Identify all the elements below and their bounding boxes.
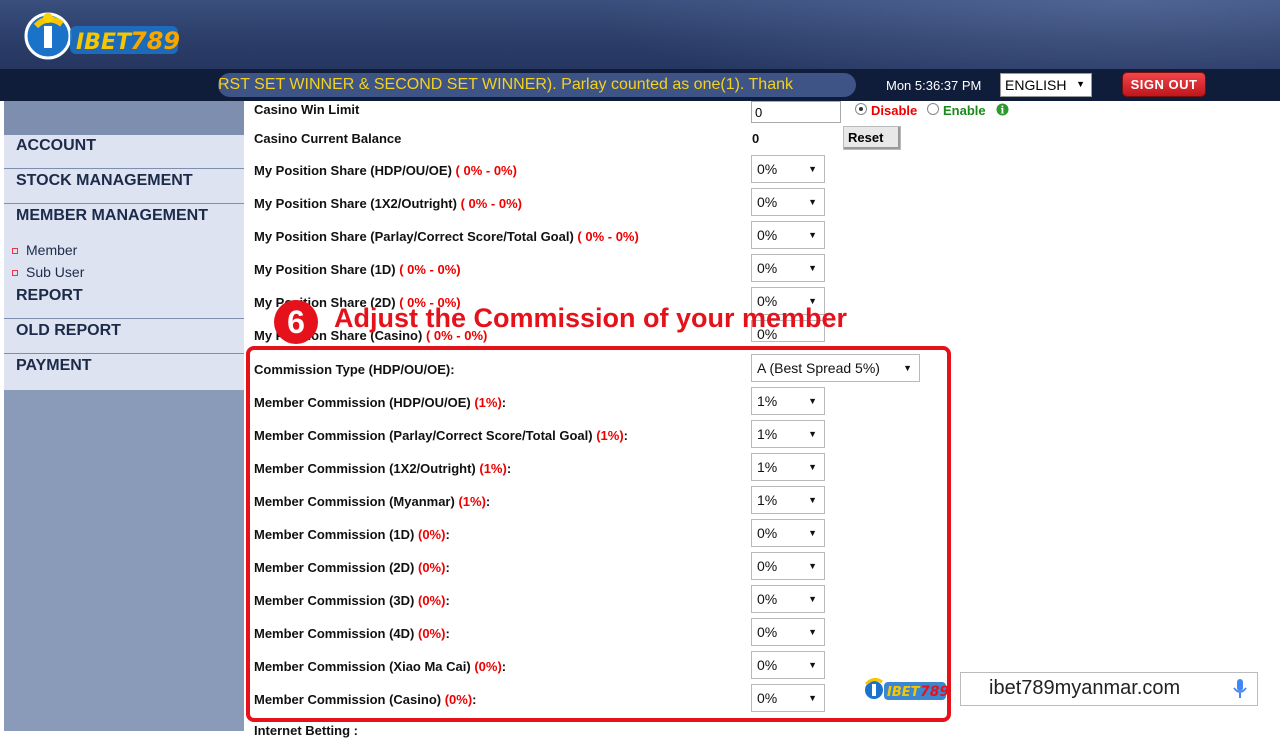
disable-radio[interactable] [855,103,867,115]
casino-win-limit-label: Casino Win Limit [254,102,360,117]
step-number: 6 [274,300,318,344]
language-value: ENGLISH [1005,77,1067,93]
casino-balance-label: Casino Current Balance [254,131,402,146]
enable-radio[interactable] [927,103,939,115]
position-share-1d-select[interactable]: 0% ▼ [751,254,825,282]
position-share-1x2-select[interactable]: 0% ▼ [751,188,825,216]
sidebar: ACCOUNT STOCK MANAGEMENT MEMBER MANAGEME… [4,101,244,731]
position-share-hdp-select[interactable]: 0% ▼ [751,155,825,183]
sidebar-item-label: OLD REPORT [16,322,121,339]
marquee-text: RST SET WINNER & SECOND SET WINNER). Par… [218,76,793,93]
info-icon[interactable]: i [996,103,1009,116]
ibet789-watermark-logo: IBET 789 [863,677,948,701]
sidebar-subitem-member[interactable]: Member [12,242,77,258]
chevron-down-icon: ▼ [808,164,817,174]
disable-label: Disable [871,103,918,118]
position-share-parlay-label: My Position Share (Parlay/Correct Score/… [254,229,639,244]
chevron-down-icon: ▼ [808,197,817,207]
reset-button[interactable]: Reset [843,126,901,150]
sidebar-item-label: PAYMENT [16,357,92,374]
position-share-1x2-label: My Position Share (1X2/Outright) ( 0% - … [254,196,522,211]
highlight-box [246,346,951,722]
sign-out-button[interactable]: SIGN OUT [1122,72,1206,97]
bullet-icon [12,270,18,277]
svg-text:789: 789 [920,684,948,700]
sidebar-subitem-sub-user[interactable]: Sub User [12,264,84,280]
sidebar-item-label: STOCK MANAGEMENT [16,172,193,189]
enable-label: Enable [943,103,986,118]
top-bar: RST SET WINNER & SECOND SET WINNER). Par… [0,69,1280,101]
svg-text:IBET: IBET [76,30,133,55]
header: IBET 789 [0,0,1280,69]
sidebar-menu: ACCOUNT STOCK MANAGEMENT MEMBER MANAGEME… [4,135,244,390]
casino-balance-value: 0 [752,131,760,146]
bullet-icon [12,248,18,255]
ibet789-logo[interactable]: IBET 789 [22,4,182,64]
language-select[interactable]: ENGLISH ▼ [1000,73,1092,97]
svg-text:789: 789 [130,27,180,55]
microphone-icon [1233,679,1247,698]
sidebar-item-label: ACCOUNT [16,137,96,154]
position-share-parlay-select[interactable]: 0% ▼ [751,221,825,249]
sidebar-item-member-management[interactable]: MEMBER MANAGEMENT [4,205,244,240]
step-text: Adjust the Commission of your member [334,303,848,333]
news-marquee: RST SET WINNER & SECOND SET WINNER). Par… [218,73,856,97]
url-watermark: ibet789myanmar.com [960,672,1258,706]
sidebar-item-stock-management[interactable]: STOCK MANAGEMENT [4,170,244,204]
sidebar-band [4,101,244,137]
svg-text:IBET: IBET [887,685,921,700]
chevron-down-icon: ▼ [808,263,817,273]
chevron-down-icon: ▼ [1076,79,1085,89]
chevron-down-icon: ▼ [808,230,817,240]
casino-win-limit-input[interactable]: 0 [751,101,841,123]
clock: Mon 5:36:37 PM [886,78,982,93]
position-share-hdp-label: My Position Share (HDP/OU/OE) ( 0% - 0%) [254,163,517,178]
sidebar-item-label: MEMBER MANAGEMENT [16,207,208,224]
sidebar-item-account[interactable]: ACCOUNT [4,135,244,169]
svg-text:i: i [1001,106,1005,117]
url-text: ibet789myanmar.com [989,677,1181,699]
position-share-1d-label: My Position Share (1D) ( 0% - 0%) [254,262,461,277]
sidebar-item-report[interactable]: REPORT [4,285,244,319]
sidebar-item-label: REPORT [16,287,83,304]
sidebar-item-old-report[interactable]: OLD REPORT [4,320,244,354]
sidebar-item-payment[interactable]: PAYMENT [4,355,244,389]
